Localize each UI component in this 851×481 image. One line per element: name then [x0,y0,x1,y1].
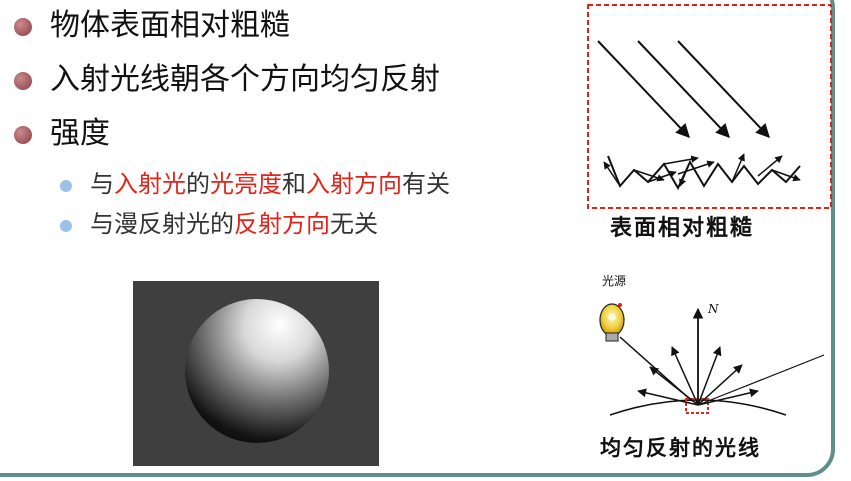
sphere-shape [185,299,329,443]
sub-bullet-item: 与漫反射光的反射方向无关 [10,208,580,248]
rough-surface-figure [587,4,832,209]
sphere-figure [133,281,379,466]
incident-ray [637,40,730,139]
bullet-text: 入射光线朝各个方向均匀反射 [50,62,440,97]
segment: 入射光 [114,170,186,198]
light-bulb-icon [599,303,625,342]
segment: 入射方向 [306,170,402,198]
segment: 光亮度 [210,170,282,198]
bullet-dot-icon [14,126,32,144]
segment: 与漫反射光的 [90,210,234,238]
diffuse-reflection-figure: 光源 N [599,274,825,416]
bullet-item: 入射光线朝各个方向均匀反射 [10,60,580,114]
reflected-ray [679,161,691,187]
bullet-text: 强度 [50,116,110,151]
rough-surface-line [607,155,801,191]
reflected-ray [663,155,699,165]
bullet-item: 物体表面相对粗糙 [10,6,580,60]
bullet-list: 物体表面相对粗糙 入射光线朝各个方向均匀反射 强度 与入射光的光亮度和入射方向有… [10,6,580,248]
segment: 的 [186,170,210,198]
bullet-dot-icon [14,18,32,36]
incident-ray [597,40,690,139]
bullet-item: 强度 [10,114,580,168]
sub-bullet-item: 与入射光的光亮度和入射方向有关 [10,168,580,208]
segment: 和 [282,170,306,198]
rough-surface-caption: 表面相对粗糙 [610,215,755,241]
sub-bullet-dot-icon [60,180,72,192]
segment: 与 [90,170,114,198]
reflected-ray [697,364,743,406]
segment: 反射方向 [234,210,330,238]
incident-ray [677,40,770,139]
bullet-dot-icon [14,72,32,90]
reflected-ray [671,346,699,406]
segment: 无关 [330,210,378,238]
sub-bullet-dot-icon [60,220,72,232]
reflected-ray [697,346,722,406]
diffuse-reflection-caption: 均匀反射的光线 [600,435,761,460]
bullet-text: 物体表面相对粗糙 [50,8,290,43]
segment: 有关 [402,170,450,198]
normal-label: N [707,302,719,316]
reflected-ray [697,354,825,406]
light-source-label: 光源 [602,274,626,288]
